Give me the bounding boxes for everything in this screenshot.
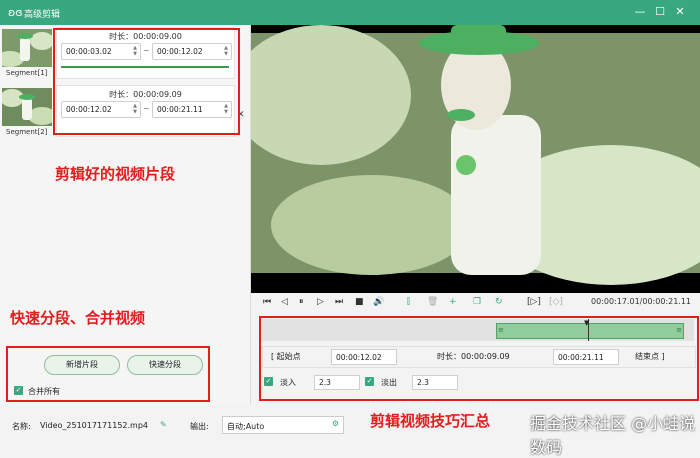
segment-thumbnail-1[interactable] [2, 29, 52, 67]
annotation-bottom: 剪辑视频技巧汇总 [370, 412, 491, 430]
stop-icon[interactable]: ■ [355, 297, 364, 307]
add-icon[interactable]: + [449, 297, 457, 307]
edit-icon[interactable]: ✎ [160, 420, 167, 429]
minimize-button[interactable]: — [634, 5, 646, 19]
annotation-split: 快速分段、合并视频 [10, 309, 146, 327]
new-segment-button[interactable]: 新增片段 [44, 355, 120, 375]
fade-settings: ✓ 淡入 2.3 ✓ 淡出 2.3 [262, 371, 694, 393]
segment-caption-1: Segment[1] [6, 69, 48, 77]
playhead-marker-icon[interactable]: ▼ [584, 319, 589, 327]
jump-end-icon[interactable]: ⏭ [335, 297, 343, 307]
video-preview[interactable] [251, 25, 700, 293]
segment-thumbnail-2[interactable] [2, 88, 52, 126]
fade-in-input[interactable]: 2.3 [314, 375, 360, 390]
segment-caption-2: Segment[2] [6, 128, 48, 136]
fade-out-input[interactable]: 2.3 [412, 375, 458, 390]
output-label: 输出: [190, 422, 209, 431]
timeline-track[interactable]: ≡ ≡ ▼ [262, 319, 694, 341]
fade-out-checkbox[interactable]: ✓ [365, 377, 374, 386]
volume-icon[interactable]: 🔊 [373, 297, 384, 307]
jump-start-icon[interactable]: ⏮ [263, 297, 271, 307]
end-time-input[interactable]: 00:00:21.11 [553, 349, 619, 365]
gear-icon[interactable]: ⚙ [332, 419, 339, 428]
selected-range[interactable]: ≡ ≡ [496, 323, 684, 339]
time-display: 00:00:17.01/00:00:21.11 [591, 297, 691, 306]
player-controls: ⏮ ◁ ⏸ ▷ ⏭ ■ 🔊 ⫿ 🗑 + ❐ ↻ [▷] [◇] 00:00:17… [251, 293, 700, 315]
start-time-input[interactable]: 00:00:12.02 [331, 349, 397, 365]
range-handle-right-icon[interactable]: ≡ [676, 326, 682, 334]
merge-all-checkbox[interactable]: ✓ [14, 386, 23, 395]
watermark: 掘金技术社区 @小蛙说数码 [530, 414, 696, 457]
name-label: 名称: [12, 422, 31, 431]
maximize-button[interactable]: ☐ [654, 5, 666, 19]
range-info-bar: [ 起始点 00:00:12.02 时长：00:00:09.09 00:00:2… [262, 346, 696, 368]
fade-out-label: 淡出 [381, 378, 397, 387]
fade-in-label: 淡入 [280, 378, 296, 387]
app-logo-icon: ʚɞ [8, 6, 23, 19]
output-select[interactable]: 自动;Auto ⚙ [222, 416, 344, 434]
set-start-button[interactable]: [ 起始点 [271, 351, 301, 362]
mark-out-icon[interactable]: [◇] [549, 297, 563, 307]
range-handle-left-icon[interactable]: ≡ [498, 326, 504, 334]
step-back-icon[interactable]: ◁ [281, 297, 288, 307]
window-title: 高级剪辑 [24, 10, 61, 20]
title-bar: ʚɞ 高级剪辑 — ☐ ✕ [0, 0, 700, 25]
copy-icon[interactable]: ❐ [473, 297, 481, 307]
step-forward-icon[interactable]: ▷ [317, 297, 324, 307]
mark-in-icon[interactable]: [▷] [527, 297, 541, 307]
reset-icon[interactable]: ↻ [495, 297, 503, 307]
delete-icon[interactable]: 🗑 [427, 297, 438, 307]
fade-in-checkbox[interactable]: ✓ [264, 377, 273, 386]
close-button[interactable]: ✕ [674, 5, 686, 19]
set-end-button[interactable]: 结束点 ] [635, 351, 665, 362]
merge-all-label: 合并所有 [28, 387, 60, 396]
quick-split-button[interactable]: 快速分段 [127, 355, 203, 375]
pause-icon[interactable]: ⏸ [299, 297, 304, 307]
range-duration: 时长：00:00:09.09 [437, 352, 510, 361]
annotation-clips: 剪辑好的视频片段 [55, 165, 176, 183]
annotation-box-clips [53, 28, 240, 135]
filename: Video_251017171152.mp4 [40, 421, 148, 430]
split-icon[interactable]: ⫿ [407, 297, 410, 307]
